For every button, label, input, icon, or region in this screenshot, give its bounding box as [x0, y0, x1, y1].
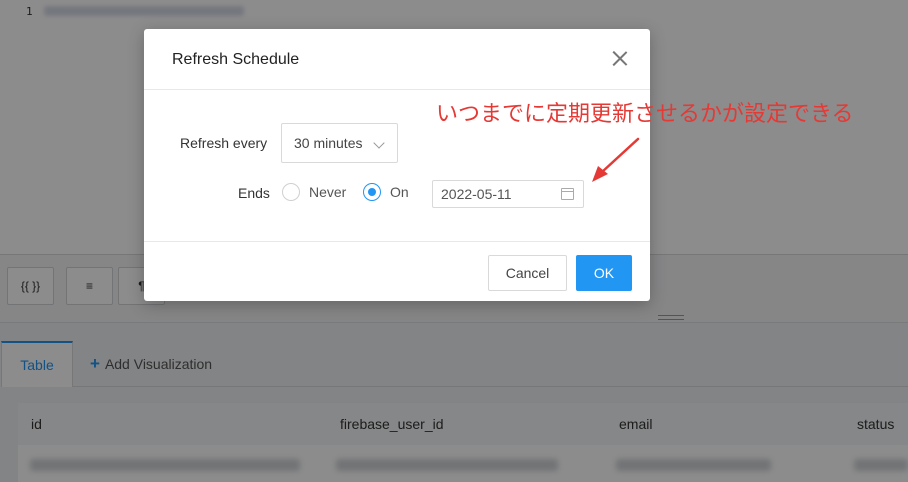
ends-on-radio[interactable]: On: [363, 183, 409, 201]
calendar-icon[interactable]: [561, 188, 574, 200]
radio-unchecked-icon: [282, 183, 300, 201]
ends-label: Ends: [238, 185, 270, 201]
on-label: On: [390, 184, 409, 200]
close-icon[interactable]: [612, 50, 628, 66]
refresh-interval-select[interactable]: 30 minutes: [281, 123, 398, 163]
ends-never-radio[interactable]: Never: [282, 183, 346, 201]
never-label: Never: [309, 184, 347, 200]
end-date-picker[interactable]: 2022-05-11: [432, 180, 584, 208]
chevron-down-icon: [373, 137, 385, 149]
dialog-footer: Cancel OK: [144, 242, 650, 300]
refresh-every-label: Refresh every: [180, 135, 268, 151]
annotation-text: いつまでに定期更新させるかが設定できる: [436, 102, 854, 127]
radio-checked-icon: [363, 183, 381, 201]
refresh-interval-value: 30 minutes: [294, 135, 363, 151]
cancel-button[interactable]: Cancel: [488, 255, 567, 291]
dialog-title: Refresh Schedule: [172, 51, 300, 68]
ok-button[interactable]: OK: [576, 255, 632, 291]
refresh-schedule-dialog: Refresh Schedule Refresh every 30 minute…: [144, 29, 650, 301]
end-date-value: 2022-05-11: [441, 186, 512, 202]
annotation-arrow-icon: [592, 137, 640, 182]
dialog-header: Refresh Schedule: [144, 29, 650, 90]
